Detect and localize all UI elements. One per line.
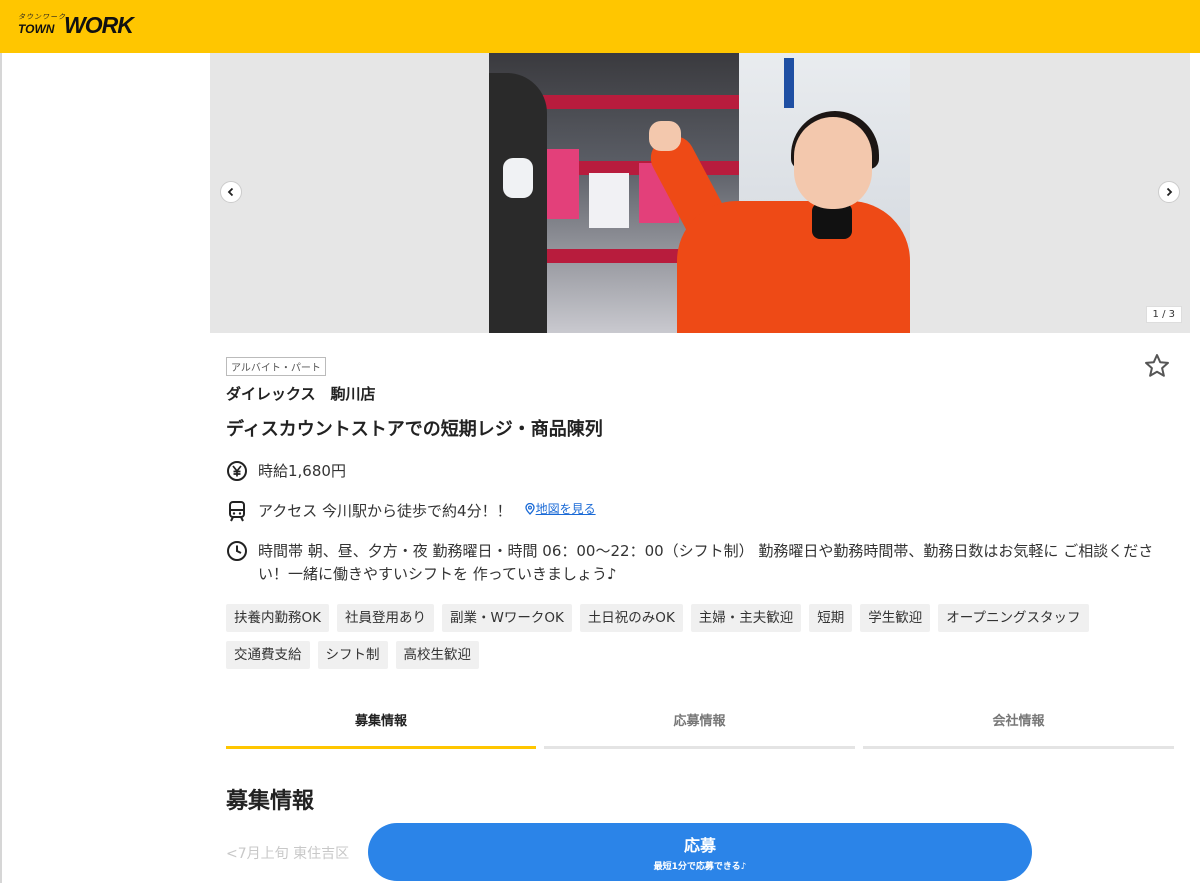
chevron-right-icon: [1166, 187, 1173, 197]
feature-tag: 学生歓迎: [860, 604, 931, 632]
feature-tag: オープニングスタッフ: [938, 604, 1089, 632]
carousel-prev-button[interactable]: [220, 181, 242, 203]
access-text: アクセス 今川駅から徒歩で約4分！！: [258, 502, 512, 520]
chevron-left-icon: [227, 187, 234, 197]
apply-button-label: 応募: [683, 836, 716, 855]
feature-tag: 高校生歓迎: [395, 641, 479, 669]
map-link-label: 地図を見る: [535, 502, 596, 516]
tab-label: 応募情報: [673, 714, 726, 729]
feature-tag: 短期: [809, 604, 853, 632]
tab-indicator: [544, 746, 855, 749]
company-name: ダイレックス 駒川店: [226, 385, 376, 403]
feature-tag: 交通費支給: [226, 641, 310, 669]
feature-tag: シフト制: [317, 641, 388, 669]
feature-tag: 主婦・主夫歓迎: [690, 604, 802, 632]
favorite-star-icon[interactable]: [1143, 352, 1171, 380]
photo-staff-hand: [649, 121, 681, 151]
salary-row: 時給1,680円: [226, 460, 346, 483]
apply-button[interactable]: 応募 最短1分で応募できる♪: [368, 823, 1032, 881]
employment-type-badge: アルバイト・パート: [226, 357, 326, 376]
detail-tabs: 募集情報 応募情報 会社情報: [226, 702, 1174, 750]
tab-company-info[interactable]: 会社情報: [863, 702, 1174, 750]
feature-tags: 扶養内勤務OK 社員登用あり 副業・WワークOK 土日祝のみOK 主婦・主夫歓迎…: [226, 604, 1176, 669]
carousel-next-button[interactable]: [1158, 181, 1180, 203]
photo-sign: [784, 58, 794, 108]
hours-text: 時間帯 朝、昼、夕方・夜 勤務曜日・時間 06：00〜22：00（シフト制） 勤…: [258, 542, 1154, 583]
tab-label: 募集情報: [354, 714, 407, 729]
photo-customer: [489, 73, 547, 333]
access-row: アクセス 今川駅から徒歩で約4分！！ 地図を見る: [226, 500, 596, 523]
map-pin-icon: [524, 502, 535, 515]
feature-tag: 扶養内勤務OK: [226, 604, 329, 632]
job-title: ディスカウントストアでの短期レジ・商品陳列: [226, 419, 603, 440]
apply-button-sublabel: 最短1分で応募できる♪: [653, 862, 747, 872]
section-heading: 募集情報: [226, 789, 315, 814]
train-icon: [229, 501, 245, 522]
feature-tag: 社員登用あり: [336, 604, 434, 632]
hours-row: 時間帯 朝、昼、夕方・夜 勤務曜日・時間 06：00〜22：00（シフト制） 勤…: [226, 540, 1171, 586]
tab-indicator: [226, 746, 536, 749]
tab-label: 会社情報: [992, 714, 1045, 729]
yen-icon: [227, 461, 247, 481]
logo-kana: タウンワーク: [18, 13, 66, 21]
logo-work-text: WORK: [64, 12, 134, 38]
photo-staff-jacket: [677, 201, 910, 333]
feature-tag: 副業・WワークOK: [441, 604, 572, 632]
photo-carousel[interactable]: 1 / 3: [210, 53, 1190, 333]
photo-mask: [503, 158, 533, 198]
townwork-logo[interactable]: タウンワーク TOWN WORK: [18, 12, 148, 38]
map-link[interactable]: 地図を見る: [524, 500, 596, 517]
salary-text: 時給1,680円: [258, 462, 346, 480]
site-header: タウンワーク TOWN WORK: [0, 0, 1200, 53]
photo-staff-face: [794, 117, 872, 209]
photo-product: [589, 173, 629, 228]
left-divider: [0, 53, 2, 883]
carousel-counter: 1 / 3: [1145, 306, 1182, 323]
feature-tag: 土日祝のみOK: [579, 604, 683, 632]
tab-recruitment-info[interactable]: 募集情報: [226, 702, 536, 750]
clock-icon: [227, 541, 247, 561]
tab-application-info[interactable]: 応募情報: [544, 702, 855, 750]
logo-town-text: TOWN: [18, 22, 55, 36]
job-photo: [489, 53, 910, 333]
section-preview-text: <7月上旬 東住吉区: [226, 846, 350, 862]
tab-indicator: [863, 746, 1174, 749]
